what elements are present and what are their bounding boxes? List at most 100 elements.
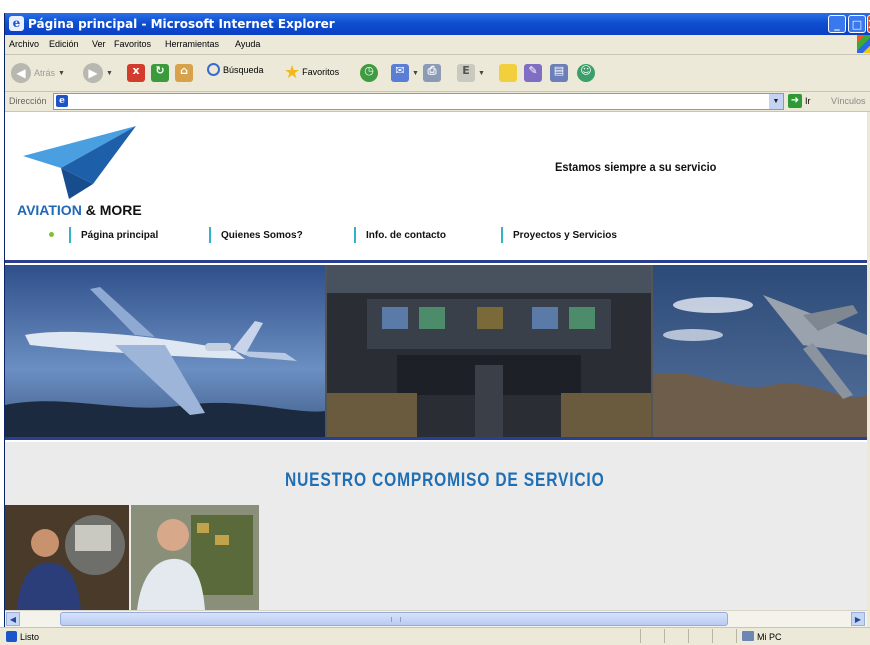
research-button[interactable]: ▤ bbox=[550, 64, 568, 82]
edit-button[interactable]: E ▼ bbox=[457, 64, 485, 82]
back-arrow-icon: ◀ bbox=[11, 63, 31, 83]
windows-flag-icon bbox=[857, 35, 870, 53]
technician-image-1 bbox=[5, 505, 129, 610]
page-viewport: AVIATION & MORE Estamos siempre a su ser… bbox=[5, 112, 867, 610]
refresh-icon: ↻ bbox=[151, 64, 169, 82]
computer-icon bbox=[742, 631, 754, 641]
favorites-button[interactable]: ★ Favoritos bbox=[284, 63, 339, 81]
discuss-button[interactable] bbox=[499, 64, 517, 82]
address-input[interactable]: e ▼ bbox=[53, 93, 784, 110]
favorites-label: Favoritos bbox=[302, 67, 340, 77]
search-label: Búsqueda bbox=[223, 64, 264, 75]
history-icon: ◷ bbox=[360, 64, 378, 82]
forward-arrow-icon: ▶ bbox=[83, 63, 103, 83]
home-button[interactable]: ⌂ bbox=[175, 64, 193, 82]
mail-button[interactable]: ✉ ▼ bbox=[391, 64, 419, 82]
status-bar: Listo Mi PC bbox=[0, 627, 870, 645]
nav-label: Proyectos y Servicios bbox=[513, 229, 617, 241]
mail-icon: ✉ bbox=[391, 64, 409, 82]
status-separator bbox=[688, 629, 689, 643]
header-divider bbox=[5, 260, 867, 263]
refresh-button[interactable]: ↻ bbox=[151, 64, 169, 82]
slogan: Estamos siempre a su servicio bbox=[555, 160, 717, 174]
note-icon bbox=[499, 64, 517, 82]
stop-button[interactable]: x bbox=[127, 64, 145, 82]
scroll-left-icon[interactable]: ◀ bbox=[6, 612, 20, 626]
banner-divider bbox=[5, 437, 867, 440]
nav-label: Página principal bbox=[81, 229, 159, 241]
paper-plane-logo-icon bbox=[23, 126, 136, 199]
nav-item-quienes-somos[interactable]: Quienes Somos? bbox=[209, 226, 303, 244]
book-icon: ▤ bbox=[550, 64, 568, 82]
fighter-jet-image bbox=[653, 265, 867, 439]
address-label: Dirección bbox=[9, 96, 47, 106]
menu-bar: Archivo Edición Ver Favoritos Herramient… bbox=[5, 35, 870, 55]
edit-icon: E bbox=[457, 64, 475, 82]
service-section: NUESTRO COMPROMISO DE SERVICIO bbox=[5, 442, 867, 610]
menu-herramientas[interactable]: Herramientas bbox=[165, 39, 219, 49]
menu-edicion[interactable]: Edición bbox=[49, 39, 79, 49]
minimize-button[interactable]: _ bbox=[828, 15, 846, 33]
menu-archivo[interactable]: Archivo bbox=[9, 39, 39, 49]
menu-favoritos[interactable]: Favoritos bbox=[114, 39, 151, 49]
people-icon: ☺ bbox=[577, 64, 595, 82]
messenger-button[interactable]: ✎ bbox=[524, 64, 542, 82]
brand-main-text: AVIATION bbox=[17, 202, 82, 218]
toolbar: ◀ Atrás ▼ ▶ ▼ x ↻ ⌂ Búsqueda ★ Favoritos… bbox=[5, 55, 870, 92]
hero-banner bbox=[5, 265, 867, 439]
address-dropdown-icon[interactable]: ▼ bbox=[769, 94, 783, 109]
msn-button[interactable]: ☺ bbox=[577, 64, 595, 82]
nav-item-info-contacto[interactable]: Info. de contacto bbox=[354, 226, 446, 244]
menu-ver[interactable]: Ver bbox=[92, 39, 106, 49]
status-separator bbox=[712, 629, 713, 643]
service-headline: NUESTRO COMPROMISO DE SERVICIO bbox=[285, 470, 605, 491]
status-text: Listo bbox=[20, 632, 40, 642]
page-status-icon bbox=[6, 631, 17, 642]
status-separator bbox=[640, 629, 641, 643]
nav-label: Info. de contacto bbox=[366, 229, 446, 241]
business-jet-image bbox=[5, 265, 325, 439]
nav-separator bbox=[69, 227, 71, 243]
scrollbar-thumb[interactable] bbox=[60, 612, 728, 626]
cockpit-image bbox=[327, 265, 651, 439]
star-icon: ★ bbox=[284, 62, 301, 82]
nav-separator bbox=[501, 227, 503, 243]
brand-logo-text: AVIATION & MORE bbox=[17, 202, 142, 218]
search-button[interactable]: Búsqueda bbox=[207, 63, 264, 76]
go-arrow-icon[interactable]: ➜ bbox=[788, 94, 802, 108]
scroll-right-icon[interactable]: ▶ bbox=[851, 612, 865, 626]
chevron-down-icon: ▼ bbox=[412, 69, 419, 77]
status-separator bbox=[664, 629, 665, 643]
go-button[interactable]: Ir bbox=[805, 96, 811, 106]
maximize-button[interactable]: □ bbox=[848, 15, 866, 33]
nav-item-pagina-principal[interactable]: Página principal bbox=[69, 226, 158, 244]
title-bar: e Página principal - Microsoft Internet … bbox=[5, 13, 870, 35]
security-zone: Mi PC bbox=[757, 632, 782, 642]
back-button[interactable]: ◀ Atrás ▼ bbox=[11, 63, 65, 83]
forward-button[interactable]: ▶ ▼ bbox=[83, 63, 113, 83]
chevron-down-icon: ▼ bbox=[478, 69, 485, 77]
brand-amp-text: & MORE bbox=[85, 202, 142, 218]
nav-label: Quienes Somos? bbox=[221, 229, 303, 241]
technician-image-2 bbox=[131, 505, 259, 610]
print-button[interactable]: ⎙ bbox=[423, 64, 441, 82]
chevron-down-icon: ▼ bbox=[106, 69, 113, 77]
horizontal-scrollbar[interactable]: ◀ ▶ bbox=[5, 610, 867, 627]
links-button[interactable]: Vínculos bbox=[831, 96, 866, 106]
status-separator bbox=[736, 629, 737, 643]
nav-bullet-icon bbox=[49, 232, 54, 237]
stop-icon: x bbox=[127, 64, 145, 82]
nav-separator bbox=[209, 227, 211, 243]
menu-ayuda[interactable]: Ayuda bbox=[235, 39, 260, 49]
back-label: Atrás bbox=[34, 68, 56, 78]
nav-item-proyectos-servicios[interactable]: Proyectos y Servicios bbox=[501, 226, 617, 244]
print-icon: ⎙ bbox=[423, 64, 441, 82]
nav-separator bbox=[354, 227, 356, 243]
home-icon: ⌂ bbox=[175, 64, 193, 82]
messenger-icon: ✎ bbox=[524, 64, 542, 82]
ie-logo-icon: e bbox=[9, 16, 24, 31]
address-bar: Dirección e ▼ ➜ Ir Vínculos bbox=[5, 92, 870, 112]
chevron-down-icon: ▼ bbox=[58, 69, 65, 77]
page-icon: e bbox=[56, 95, 68, 107]
history-button[interactable]: ◷ bbox=[360, 64, 378, 82]
